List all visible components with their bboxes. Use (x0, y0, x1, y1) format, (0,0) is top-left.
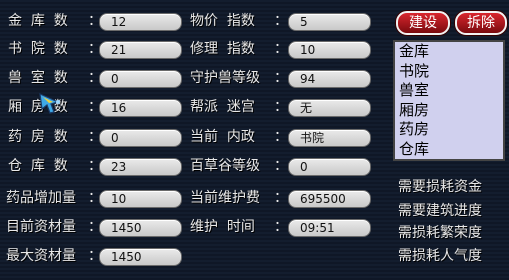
colon: ： (274, 13, 288, 29)
colon: ： (274, 158, 288, 174)
stat-label-warehouse: 仓 库 数 (8, 158, 68, 174)
stat-label-guardian-level: 守护兽等级 (190, 70, 260, 86)
building-list-item[interactable]: 厢房 (399, 101, 499, 121)
field-guild-maze: 无 (288, 99, 371, 117)
field-wing-room: 16 (99, 99, 182, 117)
requirement-prosperity: 需损耗繁荣度 (398, 225, 482, 241)
field-guardian-level: 94 (288, 70, 371, 88)
build-button[interactable]: 建设 (396, 11, 450, 35)
field-max-materials: 1450 (99, 248, 182, 266)
cursor-icon (39, 93, 60, 114)
colon: ： (274, 129, 288, 145)
field-current-affairs: 书院 (288, 129, 371, 147)
field-gold-vault: 12 (99, 13, 182, 31)
colon: ： (274, 70, 288, 86)
colon: ： (274, 219, 288, 235)
stat-label-academy: 书 院 数 (8, 41, 68, 57)
demolish-button[interactable]: 拆除 (455, 11, 507, 35)
building-list-item[interactable]: 药房 (399, 120, 499, 140)
field-current-materials: 1450 (99, 219, 182, 237)
field-warehouse: 23 (99, 158, 182, 176)
colon: ： (274, 41, 288, 57)
field-beast-room: 0 (99, 70, 182, 88)
stat-label-maintenance-fee: 当前维护费 (190, 190, 260, 206)
requirement-progress: 需要建筑进度 (398, 203, 482, 219)
stat-label-maintenance-time: 维护 时间 (190, 219, 255, 235)
stat-label-max-materials: 最大资材量 (6, 248, 76, 264)
stat-label-price-index: 物价 指数 (190, 13, 255, 29)
building-list-item[interactable]: 金库 (399, 42, 499, 62)
stat-label-beast-room: 兽 室 数 (8, 70, 68, 86)
stat-label-repair-index: 修理 指数 (190, 41, 255, 57)
building-list-item[interactable]: 兽室 (399, 81, 499, 101)
stat-label-guild-maze: 帮派 迷宫 (190, 99, 255, 115)
stat-label-medicine-increase: 药品增加量 (6, 190, 76, 206)
guild-building-panel: 金 库 数 ： 12 书 院 数 ： 21 兽 室 数 ： 0 厢 房 数 ： … (0, 0, 509, 280)
requirement-popularity: 需损耗人气度 (398, 248, 482, 264)
field-herb-valley-level: 0 (288, 158, 371, 176)
building-list-item[interactable]: 书院 (399, 62, 499, 82)
colon: ： (274, 190, 288, 206)
colon: ： (274, 99, 288, 115)
field-repair-index: 10 (288, 41, 371, 59)
field-academy: 21 (99, 41, 182, 59)
field-medicine-increase: 10 (99, 190, 182, 208)
requirement-funds: 需要损耗资金 (398, 179, 482, 195)
field-maintenance-fee: 695500 (288, 190, 371, 208)
stat-label-current-materials: 目前资材量 (6, 219, 76, 235)
stat-label-herb-valley-level: 百草谷等级 (190, 158, 260, 174)
stat-label-current-affairs: 当前 内政 (190, 129, 255, 145)
building-list-item[interactable]: 仓库 (399, 140, 499, 160)
stat-label-pharmacy: 药 房 数 (8, 129, 68, 145)
stat-label-gold-vault: 金 库 数 (8, 13, 68, 29)
building-list[interactable]: 金库 书院 兽室 厢房 药房 仓库 (393, 40, 505, 161)
field-price-index: 5 (288, 13, 371, 31)
field-pharmacy: 0 (99, 129, 182, 147)
field-maintenance-time: 09:51 (288, 219, 371, 237)
